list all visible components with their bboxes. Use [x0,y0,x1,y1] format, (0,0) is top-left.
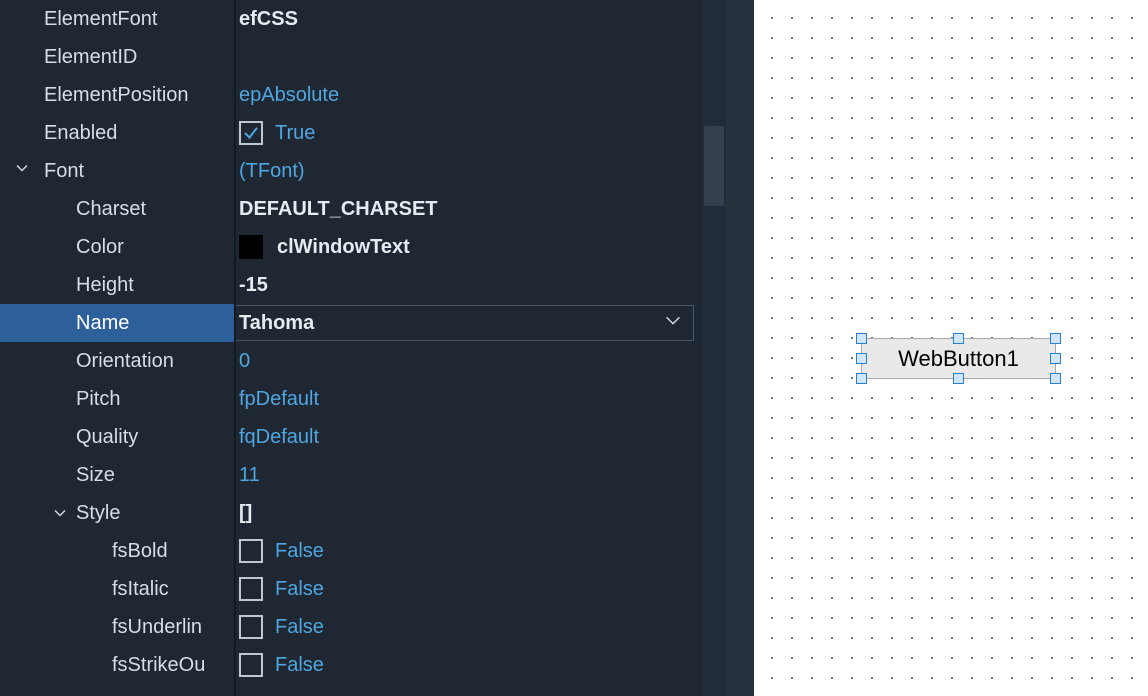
prop-row-font-charset[interactable]: Charset DEFAULT_CHARSET [0,190,726,228]
prop-label: Name [76,312,129,335]
prop-label: Charset [76,198,146,221]
resize-handle-tl[interactable] [856,333,867,344]
prop-row-font-height[interactable]: Height -15 [0,266,726,304]
checkbox-fsunderline[interactable] [239,615,263,639]
prop-row-font[interactable]: Font (TFont) [0,152,726,190]
prop-value[interactable]: -15 [239,274,268,297]
checkbox-fsstrikeout[interactable] [239,653,263,677]
checkbox-fsitalic[interactable] [239,577,263,601]
prop-label: Enabled [44,122,117,145]
prop-value[interactable]: True [275,122,315,145]
prop-row-font-color[interactable]: Color clWindowText [0,228,726,266]
resize-handle-tm[interactable] [953,333,964,344]
prop-label: fsUnderlin [112,616,202,639]
prop-row-font-name[interactable]: Name Tahoma [0,304,726,342]
property-inspector-panel: ElementFont efCSS ElementID [0,0,726,696]
prop-row-font-quality[interactable]: Quality fqDefault [0,418,726,456]
prop-label: ElementFont [44,8,157,31]
resize-handle-ml[interactable] [856,353,867,364]
form-designer-surface[interactable]: WebButton1 [754,0,1148,696]
designer-gutter: WebButton1 [726,0,1148,696]
prop-label: Height [76,274,134,297]
prop-label: ElementPosition [44,84,189,107]
resize-handle-mr[interactable] [1050,353,1061,364]
scrollbar-track[interactable] [702,0,726,696]
prop-value[interactable]: 11 [239,464,260,487]
prop-value[interactable]: fqDefault [239,426,319,449]
prop-row-fsitalic[interactable]: fsItalic False [0,570,726,608]
chevron-down-icon[interactable] [12,158,32,184]
prop-label: Orientation [76,350,174,373]
prop-row-font-orientation[interactable]: Orientation 0 [0,342,726,380]
prop-label: Quality [76,426,138,449]
prop-row-fsunderline[interactable]: fsUnderlin False [0,608,726,646]
prop-value[interactable]: False [275,578,324,601]
prop-row-fsstrikeout[interactable]: fsStrikeOu False [0,646,726,684]
prop-value[interactable]: 0 [239,350,250,373]
prop-label: Font [44,160,84,183]
prop-label: ElementID [44,46,137,69]
prop-value[interactable]: False [275,654,324,677]
prop-label: fsItalic [112,578,169,601]
prop-label: Pitch [76,388,120,411]
prop-label: fsBold [112,540,168,563]
scrollbar-thumb[interactable] [704,126,724,206]
webbutton1-component[interactable]: WebButton1 [861,338,1056,379]
column-divider[interactable] [234,0,236,696]
prop-row-elementposition[interactable]: ElementPosition epAbsolute [0,76,726,114]
prop-row-font-style[interactable]: Style [] [0,494,726,532]
resize-handle-tr[interactable] [1050,333,1061,344]
resize-handle-bm[interactable] [953,373,964,384]
prop-value[interactable]: False [275,616,324,639]
chevron-down-icon[interactable] [662,309,684,337]
prop-value[interactable]: False [275,540,324,563]
prop-label: Style [76,502,120,525]
prop-label: Size [76,464,115,487]
prop-row-fsbold[interactable]: fsBold False [0,532,726,570]
resize-handle-br[interactable] [1050,373,1061,384]
prop-value[interactable]: Tahoma [239,312,314,335]
prop-value[interactable]: (TFont) [239,160,305,183]
chevron-down-icon[interactable] [44,503,76,523]
prop-row-font-pitch[interactable]: Pitch fpDefault [0,380,726,418]
prop-row-font-size[interactable]: Size 11 [0,456,726,494]
resize-handle-bl[interactable] [856,373,867,384]
prop-value[interactable]: fpDefault [239,388,319,411]
prop-label: fsStrikeOu [112,654,205,677]
prop-label: Color [76,236,124,259]
check-icon [242,124,260,142]
prop-value[interactable]: efCSS [239,8,298,31]
webbutton1-caption: WebButton1 [898,346,1019,372]
prop-value[interactable]: DEFAULT_CHARSET [239,198,438,221]
prop-row-elementid[interactable]: ElementID [0,38,726,76]
prop-value[interactable]: epAbsolute [239,84,339,107]
checkbox-enabled[interactable] [239,121,263,145]
prop-value[interactable]: [] [239,502,252,525]
prop-row-elementfont[interactable]: ElementFont efCSS [0,0,726,38]
checkbox-fsbold[interactable] [239,539,263,563]
prop-value[interactable]: clWindowText [277,236,410,259]
color-swatch[interactable] [239,235,263,259]
prop-row-enabled[interactable]: Enabled True [0,114,726,152]
